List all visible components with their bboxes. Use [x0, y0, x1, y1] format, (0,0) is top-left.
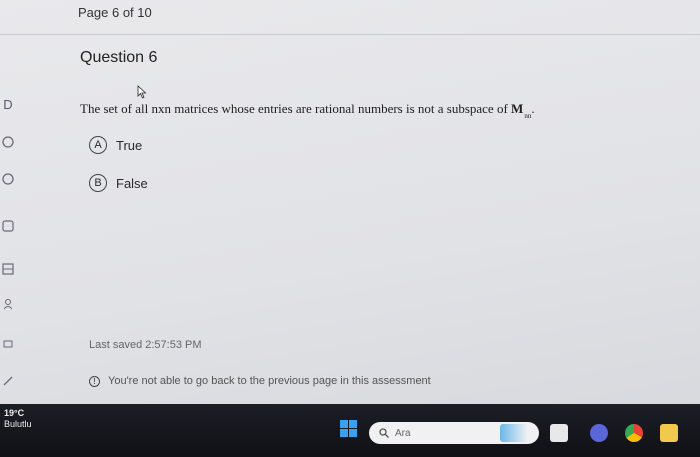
rail-tool-icon[interactable] [0, 335, 16, 353]
rail-circle-icon[interactable] [0, 133, 16, 151]
answer-option-a[interactable]: A True [89, 136, 142, 154]
search-highlight-icon[interactable] [500, 424, 528, 442]
matrix-space-subscript: nn [524, 112, 532, 120]
chrome-icon[interactable] [625, 424, 643, 442]
navigation-notice-text: You're not able to go back to the previo… [108, 375, 431, 387]
rail-circle-icon[interactable] [0, 170, 16, 188]
matrix-space-symbol: M [511, 101, 524, 116]
rail-person-icon[interactable] [0, 295, 16, 313]
option-letter-b: B [89, 174, 107, 192]
last-saved-status: Last saved 2:57:53 PM [89, 339, 202, 351]
option-label-a: True [116, 137, 143, 153]
left-rail: D [0, 90, 18, 390]
weather-temperature: 19°C [4, 408, 25, 418]
option-label-b: False [116, 175, 148, 191]
navigation-notice: ! You're not able to go back to the prev… [89, 375, 431, 387]
question-title: Question 6 [80, 49, 158, 66]
header-divider [0, 34, 700, 35]
rail-calculator-icon[interactable] [0, 217, 16, 235]
rail-pen-icon[interactable] [0, 372, 16, 390]
folder-icon[interactable] [660, 424, 678, 442]
rail-item-d[interactable]: D [0, 95, 16, 113]
question-text-body: The set of all nxn matrices whose entrie… [80, 101, 512, 116]
weather-widget[interactable]: 19°C Bulutlu [4, 408, 32, 430]
option-letter-a: A [89, 136, 107, 154]
question-text: The set of all nxn matrices whose entrie… [80, 101, 535, 120]
weather-condition: Bulutlu [4, 419, 32, 429]
answer-option-b[interactable]: B False [89, 174, 148, 192]
mouse-cursor-icon [137, 85, 147, 99]
file-explorer-icon[interactable] [550, 424, 568, 442]
rail-grid-icon[interactable] [0, 260, 16, 278]
info-icon: ! [89, 375, 100, 387]
search-placeholder: Ara [395, 427, 411, 439]
assessment-page: Page 6 of 10 D Question 6 The set of all… [0, 0, 700, 404]
question-text-period: . [531, 101, 535, 116]
teams-icon[interactable] [590, 424, 608, 442]
search-icon [379, 428, 389, 438]
page-indicator: Page 6 of 10 [78, 5, 152, 20]
windows-start-icon[interactable] [340, 420, 357, 437]
